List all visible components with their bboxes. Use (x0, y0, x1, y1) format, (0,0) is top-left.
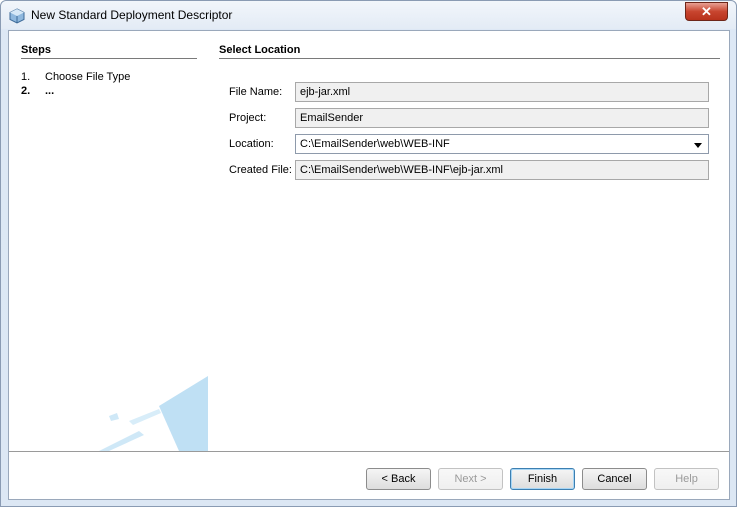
step-label: Choose File Type (45, 71, 131, 83)
title-bar[interactable]: New Standard Deployment Descriptor ✕ (1, 1, 736, 29)
step-number: 2. (21, 85, 31, 97)
created-file-label: Created File: (229, 164, 292, 176)
location-select[interactable]: C:\EmailSender\web\WEB-INF (295, 134, 709, 154)
window-title: New Standard Deployment Descriptor (31, 8, 233, 22)
section-divider (219, 58, 720, 59)
wizard-watermark-graphic (99, 376, 208, 451)
next-button[interactable]: Next > (438, 468, 503, 490)
section-title: Select Location (219, 44, 301, 56)
project-field: EmailSender (295, 108, 709, 128)
step-label: ... (45, 85, 55, 97)
project-label: Project: (229, 112, 267, 124)
close-button[interactable]: ✕ (685, 2, 728, 21)
steps-panel: Steps 1. Choose File Type 2.... (9, 31, 208, 451)
location-label: Location: (229, 138, 274, 150)
step-item-1: 1. Choose File Type (21, 71, 130, 83)
file-name-field[interactable]: ejb-jar.xml (295, 82, 709, 102)
chevron-down-icon[interactable] (694, 143, 702, 148)
steps-heading: Steps (21, 44, 51, 56)
location-value: C:\EmailSender\web\WEB-INF (300, 138, 450, 150)
steps-divider (21, 58, 197, 59)
netbeans-cube-icon (9, 8, 25, 24)
finish-button[interactable]: Finish (510, 468, 575, 490)
step-number: 1. (21, 71, 31, 83)
file-name-label: File Name: (229, 86, 283, 98)
created-file-field: C:\EmailSender\web\WEB-INF\ejb-jar.xml (295, 160, 709, 180)
close-icon: ✕ (701, 4, 712, 19)
dialog-window: New Standard Deployment Descriptor ✕ Ste… (0, 0, 737, 507)
step-item-2: 2.... (21, 85, 54, 97)
dialog-body: Steps 1. Choose File Type 2.... Select Lo… (8, 30, 730, 500)
back-button[interactable]: < Back (366, 468, 431, 490)
cancel-button[interactable]: Cancel (582, 468, 647, 490)
button-bar-divider (9, 451, 729, 452)
help-button[interactable]: Help (654, 468, 719, 490)
